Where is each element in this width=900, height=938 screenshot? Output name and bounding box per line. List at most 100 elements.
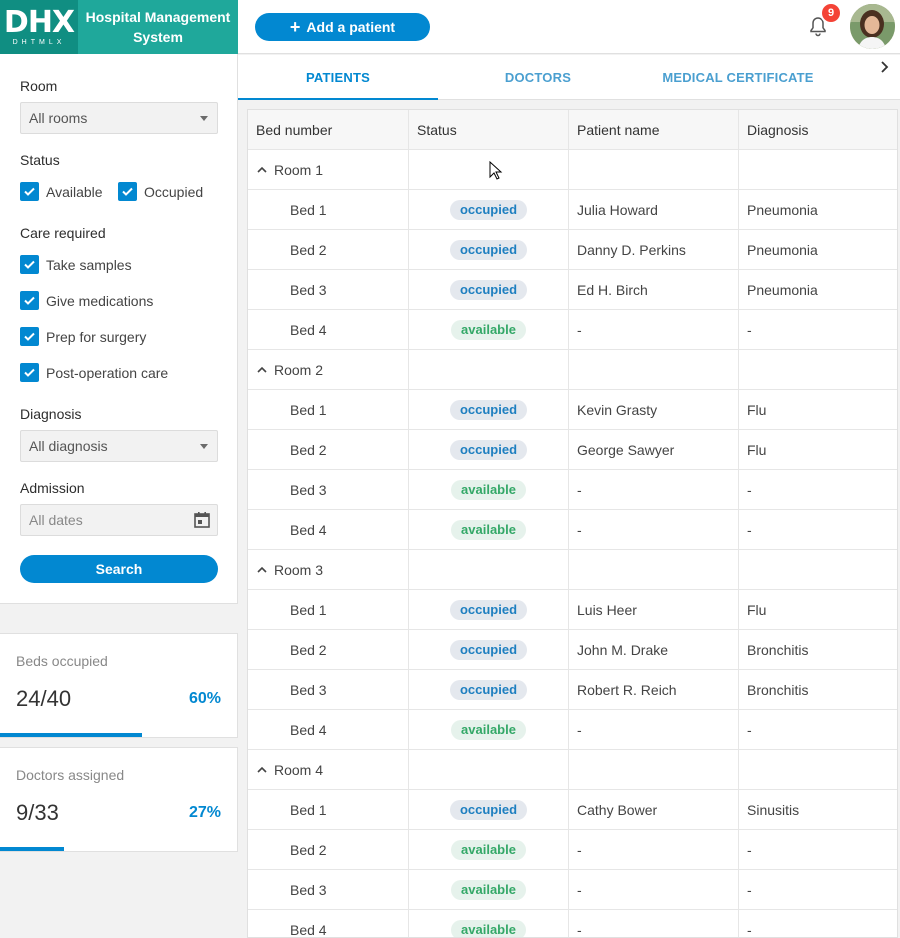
user-avatar[interactable] <box>850 4 895 49</box>
patient-name-cell: Julia Howard <box>569 190 739 229</box>
grid-body: Room 1 Bed 1 occupied Julia Howard Pneumonia… <box>248 150 897 938</box>
avatar-image <box>850 4 895 49</box>
room-cell[interactable]: Room 2 <box>248 350 409 389</box>
search-button[interactable]: Search <box>20 555 218 583</box>
room-name: Room 4 <box>274 761 324 778</box>
empty-cell <box>409 750 569 789</box>
column-header-diagnosis[interactable]: Diagnosis <box>739 110 897 149</box>
table-row[interactable]: Bed 3 available - - <box>248 470 897 510</box>
status-cell: occupied <box>409 630 569 669</box>
patient-name-cell: - <box>569 470 739 509</box>
checkmark-icon <box>20 255 39 274</box>
room-cell[interactable]: Room 4 <box>248 750 409 789</box>
patient-name-cell: - <box>569 710 739 749</box>
checkmark-icon <box>20 363 39 382</box>
app-title: Hospital Management System <box>85 9 231 45</box>
room-group-row[interactable]: Room 2 <box>248 350 897 390</box>
tab-medical-certificate[interactable]: MEDICAL CERTIFICATE <box>638 55 838 100</box>
empty-cell <box>569 750 739 789</box>
room-select[interactable]: All rooms <box>20 102 218 134</box>
diagnosis-cell: Flu <box>747 601 767 618</box>
empty-cell <box>569 150 739 189</box>
room-group-row[interactable]: Room 4 <box>248 750 897 790</box>
status-label: Status <box>20 152 60 168</box>
room-name: Room 2 <box>274 361 324 378</box>
diagnosis-cell: Pneumonia <box>747 201 818 218</box>
column-header-bed[interactable]: Bed number <box>248 110 409 149</box>
status-available-checkbox[interactable]: Available <box>20 182 103 201</box>
diagnosis-cell: - <box>747 521 752 538</box>
plus-icon: + <box>289 16 301 37</box>
table-row[interactable]: Bed 4 available - - <box>248 310 897 350</box>
checkbox-label: Available <box>46 183 103 200</box>
top-bar: + Add a patient 9 <box>238 0 900 54</box>
table-row[interactable]: Bed 1 occupied Cathy Bower Sinusitis <box>248 790 897 830</box>
chevron-up-icon[interactable] <box>256 764 268 776</box>
table-row[interactable]: Bed 4 available - - <box>248 510 897 550</box>
care-take-samples-checkbox[interactable]: Take samples <box>20 255 132 274</box>
room-group-row[interactable]: Room 3 <box>248 550 897 590</box>
status-badge: occupied <box>449 599 528 620</box>
table-row[interactable]: Bed 3 available - - <box>248 870 897 910</box>
table-row[interactable]: Bed 1 occupied Luis Heer Flu <box>248 590 897 630</box>
notification-badge[interactable]: 9 <box>820 2 842 24</box>
status-cell: available <box>409 830 569 869</box>
patient-name-cell: Danny D. Perkins <box>569 230 739 269</box>
status-cell: available <box>409 310 569 349</box>
patient-name-cell: Cathy Bower <box>569 790 739 829</box>
diagnosis-cell: Pneumonia <box>747 281 818 298</box>
calendar-icon[interactable] <box>193 511 211 529</box>
table-row[interactable]: Bed 3 occupied Robert R. Reich Bronchitis <box>248 670 897 710</box>
chevron-up-icon[interactable] <box>256 564 268 576</box>
table-row[interactable]: Bed 2 available - - <box>248 830 897 870</box>
diagnosis-cell: - <box>747 921 752 938</box>
chevron-down-icon <box>200 444 208 449</box>
room-cell[interactable]: Room 3 <box>248 550 409 589</box>
chevron-right-icon[interactable] <box>878 57 892 77</box>
table-row[interactable]: Bed 2 occupied John M. Drake Bronchitis <box>248 630 897 670</box>
chevron-up-icon[interactable] <box>256 164 268 176</box>
chevron-up-icon[interactable] <box>256 364 268 376</box>
care-give-medications-checkbox[interactable]: Give medications <box>20 291 153 310</box>
diagnosis-cell: Flu <box>747 441 767 458</box>
tab-patients[interactable]: PATIENTS <box>238 55 438 100</box>
table-row[interactable]: Bed 2 occupied Danny D. Perkins Pneumonia <box>248 230 897 270</box>
table-row[interactable]: Bed 1 occupied Julia Howard Pneumonia <box>248 190 897 230</box>
patient-name-cell: - <box>569 870 739 909</box>
care-required-label: Care required <box>20 225 106 241</box>
stat-title: Doctors assigned <box>16 767 125 783</box>
status-cell: available <box>409 870 569 909</box>
stat-percent: 27% <box>188 804 221 821</box>
room-group-row[interactable]: Room 1 <box>248 150 897 190</box>
diagnosis-cell: Bronchitis <box>747 641 809 658</box>
column-header-patient[interactable]: Patient name <box>569 110 739 149</box>
stat-percent: 60% <box>188 690 221 707</box>
stat-value: 9/33 <box>16 800 59 825</box>
add-patient-button[interactable]: + Add a patient <box>255 13 430 41</box>
tab-doctors[interactable]: DOCTORS <box>438 55 638 100</box>
table-row[interactable]: Bed 2 occupied George Sawyer Flu <box>248 430 897 470</box>
table-row[interactable]: Bed 4 available - - <box>248 710 897 750</box>
admission-date-input[interactable]: All dates <box>20 504 218 536</box>
diagnosis-select[interactable]: All diagnosis <box>20 430 218 462</box>
column-header-status[interactable]: Status <box>409 110 569 149</box>
bed-cell: Bed 3 <box>248 470 409 509</box>
status-badge: available <box>451 519 526 540</box>
status-badge: occupied <box>449 199 528 220</box>
bed-cell: Bed 2 <box>248 430 409 469</box>
status-badge: occupied <box>449 399 528 420</box>
table-row[interactable]: Bed 3 occupied Ed H. Birch Pneumonia <box>248 270 897 310</box>
care-prep-surgery-checkbox[interactable]: Prep for surgery <box>20 327 146 346</box>
checkmark-icon <box>20 327 39 346</box>
care-post-operation-checkbox[interactable]: Post-operation care <box>20 363 168 382</box>
room-name: Room 3 <box>274 561 324 578</box>
room-cell[interactable]: Room 1 <box>248 150 409 189</box>
table-row[interactable]: Bed 4 available - - <box>248 910 897 938</box>
grid-header: Bed number Status Patient name Diagnosis <box>248 110 897 150</box>
status-cell: occupied <box>409 230 569 269</box>
diagnosis-label: Diagnosis <box>20 406 82 422</box>
status-cell: available <box>409 510 569 549</box>
status-cell: occupied <box>409 270 569 309</box>
status-occupied-checkbox[interactable]: Occupied <box>118 182 203 201</box>
table-row[interactable]: Bed 1 occupied Kevin Grasty Flu <box>248 390 897 430</box>
